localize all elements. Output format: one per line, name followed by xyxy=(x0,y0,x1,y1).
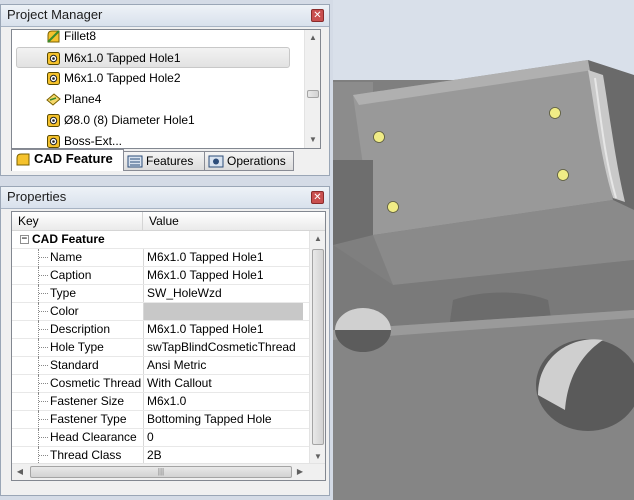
tab-label: CAD Feature xyxy=(34,151,113,166)
tree-item-label: M6x1.0 Tapped Hole2 xyxy=(64,71,181,85)
scroll-up-arrow-icon[interactable]: ▲ xyxy=(305,30,320,46)
property-row[interactable]: Description M6x1.0 Tapped Hole1 xyxy=(12,321,325,339)
hole-marker[interactable] xyxy=(549,107,561,119)
property-value[interactable]: SW_HoleWzd xyxy=(143,285,303,302)
scroll-up-arrow-icon[interactable]: ▲ xyxy=(310,231,325,247)
tree-item[interactable]: Ø8.0 (8) Diameter Hole1 xyxy=(12,110,306,131)
property-key: Description xyxy=(50,322,111,336)
hole-feature-icon xyxy=(46,51,61,66)
property-value[interactable]: 2B xyxy=(143,447,303,464)
features-icon xyxy=(127,154,143,169)
property-key: Cosmetic Thread xyxy=(50,376,142,390)
close-icon[interactable]: ✕ xyxy=(311,9,324,22)
cad-feature-icon xyxy=(15,152,31,167)
property-row[interactable]: Fastener Size M6x1.0 xyxy=(12,393,325,411)
project-manager-title-text: Project Manager xyxy=(7,7,103,22)
tree-item[interactable]: Plane4 xyxy=(12,89,306,110)
project-manager-title: Project Manager ✕ xyxy=(1,5,329,27)
tree-item-label: Boss-Ext... xyxy=(64,134,123,148)
hole-marker[interactable] xyxy=(387,201,399,213)
scroll-left-arrow-icon[interactable]: ◀ xyxy=(12,464,28,480)
property-key: Standard xyxy=(50,358,99,372)
properties-title: Properties ✕ xyxy=(1,187,329,209)
operations-icon xyxy=(208,154,224,169)
tab-operations[interactable]: Operations xyxy=(204,151,294,171)
property-value[interactable]: Ansi Metric xyxy=(143,357,303,374)
cad-model-render xyxy=(333,0,634,500)
hole-feature-icon xyxy=(46,113,61,128)
model-viewport[interactable] xyxy=(333,0,634,500)
property-row[interactable]: Caption M6x1.0 Tapped Hole1 xyxy=(12,267,325,285)
property-value[interactable]: With Callout xyxy=(143,375,303,392)
feature-tree: Fillet8 M6x1.0 Tapped Hole1 M6x1.0 Tapped … xyxy=(11,29,321,149)
scroll-right-arrow-icon[interactable]: ▶ xyxy=(292,464,308,480)
hole-marker[interactable] xyxy=(373,131,385,143)
property-value[interactable]: Bottoming Tapped Hole xyxy=(143,411,303,428)
close-icon[interactable]: ✕ xyxy=(311,191,324,204)
property-row[interactable]: Color xyxy=(12,303,325,321)
tab-features[interactable]: Features xyxy=(123,151,205,171)
property-row[interactable]: Fastener Type Bottoming Tapped Hole xyxy=(12,411,325,429)
property-key: Fastener Type xyxy=(50,412,127,426)
property-key: Hole Type xyxy=(50,340,104,354)
project-manager-tabs: CAD Feature Features Operations xyxy=(11,149,321,173)
property-key: Head Clearance xyxy=(50,430,137,444)
property-value[interactable]: M6x1.0 Tapped Hole1 xyxy=(143,321,303,338)
scroll-thumb[interactable]: ||| xyxy=(30,466,292,478)
project-manager-panel: Project Manager ✕ Fillet8 M6x1.0 Tapped H… xyxy=(0,4,330,176)
grid-horizontal-scrollbar[interactable]: ◀ ||| ▶ xyxy=(12,463,325,480)
property-value[interactable]: 0 xyxy=(143,429,303,446)
property-key: Name xyxy=(50,250,83,264)
category-label: CAD Feature xyxy=(32,232,105,246)
scroll-down-arrow-icon[interactable]: ▼ xyxy=(305,132,320,148)
hole-feature-icon xyxy=(46,134,61,148)
category-row[interactable]: − CAD Feature xyxy=(12,231,325,249)
property-row[interactable]: Head Clearance 0 xyxy=(12,429,325,447)
property-row[interactable]: Cosmetic Thread With Callout xyxy=(12,375,325,393)
property-row[interactable]: Type SW_HoleWzd xyxy=(12,285,325,303)
properties-panel: Properties ✕ Key Value − CAD Feature Nam… xyxy=(0,186,330,496)
tree-vertical-scrollbar[interactable]: ▲ ▼ xyxy=(304,30,320,148)
property-key: Type xyxy=(50,286,77,300)
property-value[interactable] xyxy=(143,303,303,320)
scroll-thumb[interactable] xyxy=(307,90,319,98)
properties-title-text: Properties xyxy=(7,189,67,204)
tree-item-label: Fillet8 xyxy=(64,29,97,43)
fillet-icon xyxy=(46,30,61,44)
property-grid: Key Value − CAD Feature Name M6x1.0 Tappe… xyxy=(11,211,326,481)
tree-item[interactable]: M6x1.0 Tapped Hole1 xyxy=(16,47,290,68)
tree-item[interactable]: Fillet8 xyxy=(12,29,306,47)
property-row[interactable]: Name M6x1.0 Tapped Hole1 xyxy=(12,249,325,267)
grid-header: Key Value xyxy=(12,212,325,231)
tree-item-label: M6x1.0 Tapped Hole1 xyxy=(64,51,181,65)
value-column-header[interactable]: Value xyxy=(143,212,179,230)
tab-cad-feature[interactable]: CAD Feature xyxy=(11,149,124,171)
property-value[interactable]: M6x1.0 xyxy=(143,393,303,410)
tree-item-label: Ø8.0 (8) Diameter Hole1 xyxy=(64,113,195,127)
property-key: Thread Class xyxy=(50,448,122,462)
tree-item[interactable]: M6x1.0 Tapped Hole2 xyxy=(12,68,306,89)
tab-label: Operations xyxy=(227,154,286,168)
scroll-thumb[interactable] xyxy=(312,249,324,445)
tab-label: Features xyxy=(146,154,194,168)
plane-icon xyxy=(46,92,61,107)
property-value[interactable]: M6x1.0 Tapped Hole1 xyxy=(143,249,303,266)
tree-item[interactable]: Boss-Ext... xyxy=(12,131,306,148)
key-column-header[interactable]: Key xyxy=(12,212,39,230)
hole-feature-icon xyxy=(46,71,61,86)
property-key: Caption xyxy=(50,268,92,282)
property-key: Fastener Size xyxy=(50,394,125,408)
property-row[interactable]: Hole Type swTapBlindCosmeticThread xyxy=(12,339,325,357)
property-row[interactable]: Standard Ansi Metric xyxy=(12,357,325,375)
hole-marker[interactable] xyxy=(557,169,569,181)
grid-vertical-scrollbar[interactable]: ▲ ▼ xyxy=(309,231,325,465)
property-value[interactable]: M6x1.0 Tapped Hole1 xyxy=(143,267,303,284)
property-key: Color xyxy=(50,304,79,318)
tree-item-label: Plane4 xyxy=(64,92,102,106)
property-value[interactable]: swTapBlindCosmeticThread xyxy=(143,339,303,356)
